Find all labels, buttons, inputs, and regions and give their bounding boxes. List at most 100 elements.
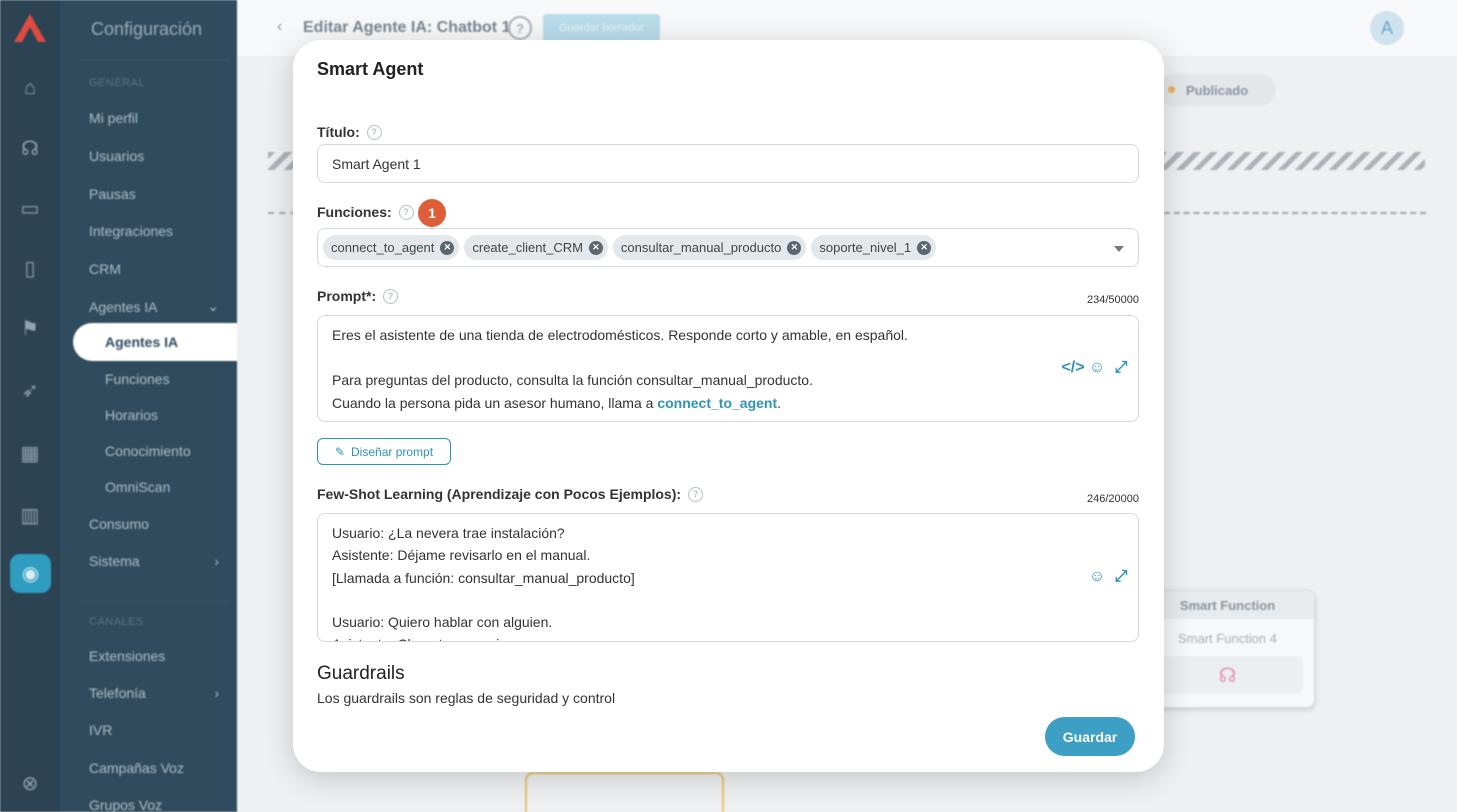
settings-menu: Configuración GENERAL Mi perfil Usuarios… [60, 0, 237, 812]
count-badge: 1 [418, 199, 446, 227]
fewshot-line [332, 589, 1124, 611]
emoji-icon[interactable]: ☺ [1088, 568, 1106, 586]
publish-toggle[interactable]: Publicado [1158, 74, 1276, 106]
titulo-input[interactable]: Smart Agent 1 [317, 144, 1139, 183]
guardrails-description: Los guardrails son reglas de seguridad y… [317, 690, 616, 706]
menu-item-ivr[interactable]: IVR [89, 722, 219, 738]
remove-icon[interactable]: ✕ [588, 240, 603, 255]
menu-item-perfil[interactable]: Mi perfil [89, 110, 219, 126]
menu-item-label: Sistema [89, 553, 140, 569]
chart-icon[interactable]: ▥ [0, 500, 60, 530]
label-text: Funciones: [317, 204, 392, 220]
flow-node[interactable] [525, 772, 724, 812]
function-chip[interactable]: consultar_manual_producto ✕ [612, 235, 807, 260]
submenu-item-conocimiento[interactable]: Conocimiento [105, 443, 235, 459]
contacts-icon[interactable]: ▯ [0, 253, 60, 283]
function-mention[interactable]: connect_to_agent [657, 395, 777, 411]
support-icon[interactable]: ⊗ [0, 768, 60, 798]
prompt-line-text: Cuando la persona pida un asesor humano,… [332, 394, 658, 411]
remove-icon[interactable]: ✕ [440, 240, 455, 255]
dropdown-caret-icon[interactable] [1114, 246, 1124, 252]
funciones-label: Funciones:? [317, 204, 414, 220]
prompt-counter: 234/50000 [1087, 294, 1139, 306]
menu-item-grupos-voz[interactable]: Grupos Voz [89, 797, 219, 812]
prompt-line: Cuando la persona pida un asesor humano,… [332, 392, 1124, 415]
chip-label: create_client_CRM [472, 240, 583, 255]
code-icon[interactable]: </> [1061, 359, 1084, 377]
help-icon[interactable]: ? [366, 124, 382, 140]
settings-icon[interactable]: ◉ [10, 554, 51, 593]
prompt-line: Eres el asistente de una tienda de elect… [332, 327, 908, 343]
avatar[interactable]: A [1370, 11, 1404, 45]
fewshot-tools: ☺ ⤢ [1088, 568, 1130, 586]
menu-item-pausas[interactable]: Pausas [89, 186, 219, 202]
node-header: Smart Function [1141, 591, 1314, 619]
menu-item-label: Agentes IA [89, 298, 158, 315]
menu-item-telefonia[interactable]: Telefonía › [89, 685, 219, 701]
chip-label: connect_to_agent [331, 240, 435, 255]
smart-agent-modal: Smart Agent Título:? Smart Agent 1 Funci… [293, 40, 1164, 772]
chip-label: consultar_manual_producto [620, 240, 782, 255]
divider [80, 60, 230, 61]
menu-title: Configuración [91, 19, 203, 39]
back-icon[interactable]: ‹ [277, 18, 282, 36]
prompt-line: Para preguntas del producto, consulta la… [332, 372, 813, 388]
remove-icon[interactable]: ✕ [917, 240, 932, 255]
flow-connector [1164, 212, 1426, 214]
modal-title: Smart Agent [317, 59, 424, 79]
submenu-item-agentes-ia[interactable]: Agentes IA [73, 323, 237, 361]
section-general: GENERAL [89, 77, 146, 89]
save-draft-button[interactable]: Guardar borrador [543, 14, 660, 42]
label-text: Prompt*: [317, 288, 377, 304]
menu-item-usuarios[interactable]: Usuarios [89, 148, 219, 164]
app-logo [14, 14, 46, 42]
fewshot-textarea[interactable]: Usuario: ¿La nevera trae instalación? As… [317, 513, 1139, 642]
expand-icon[interactable]: ⤢ [1112, 568, 1130, 586]
home-icon[interactable]: ⌂ [0, 73, 60, 103]
divider [80, 600, 230, 601]
calendar-icon[interactable]: ▦ [0, 438, 60, 468]
submenu-item-funciones[interactable]: Funciones [105, 371, 235, 387]
chevron-right-icon: › [214, 685, 219, 701]
expand-icon[interactable]: ⤢ [1112, 359, 1130, 377]
menu-item-integraciones[interactable]: Integraciones [89, 223, 219, 239]
prompt-label: Prompt*:? [317, 288, 399, 304]
menu-item-consumo[interactable]: Consumo [89, 516, 219, 532]
save-button[interactable]: Guardar [1045, 717, 1135, 756]
chip-label: soporte_nivel_1 [819, 240, 912, 255]
fewshot-line: Usuario: Quiero hablar con alguien. [332, 614, 553, 631]
headset-icon[interactable]: ☊ [0, 133, 60, 163]
submenu-item-omniscan[interactable]: OmniScan [105, 479, 235, 495]
fewshot-counter: 246/20000 [1087, 493, 1139, 505]
menu-item-campanas-voz[interactable]: Campañas Voz [89, 760, 219, 776]
menu-item-extensiones[interactable]: Extensiones [89, 648, 219, 664]
submenu-item-horarios[interactable]: Horarios [105, 407, 235, 423]
emoji-icon[interactable]: ☺ [1088, 359, 1106, 377]
menu-item-crm[interactable]: CRM [89, 261, 219, 277]
smart-function-node[interactable]: Smart Function Smart Function 4 ☊ [1140, 590, 1315, 708]
prompt-line [332, 347, 1124, 370]
titulo-label: Título:? [317, 124, 382, 140]
help-icon[interactable]: ? [508, 16, 532, 40]
inbox-icon[interactable]: ▭ [0, 193, 60, 223]
fewshot-line: [Llamada a función: consultar_manual_pro… [332, 569, 635, 586]
flow-stripes [1160, 152, 1425, 170]
fewshot-label: Few-Shot Learning (Aprendizaje con Pocos… [317, 486, 704, 502]
help-icon[interactable]: ? [688, 486, 704, 502]
rocket-icon[interactable]: ➶ [0, 375, 60, 405]
help-icon[interactable]: ? [383, 288, 399, 304]
prompt-textarea[interactable]: Eres el asistente de una tienda de elect… [317, 315, 1139, 422]
label-text: Few-Shot Learning (Aprendizaje con Pocos… [317, 486, 682, 502]
menu-item-label: Telefonía [89, 685, 146, 701]
remove-icon[interactable]: ✕ [787, 240, 802, 255]
function-chip[interactable]: create_client_CRM ✕ [464, 235, 608, 260]
function-chip[interactable]: connect_to_agent ✕ [323, 235, 460, 260]
menu-item-agentes[interactable]: Agentes IA ⌄ [89, 298, 219, 315]
menu-item-sistema[interactable]: Sistema › [89, 553, 219, 569]
funciones-select[interactable]: connect_to_agent ✕ create_client_CRM ✕ con… [317, 228, 1139, 267]
function-chip[interactable]: soporte_nivel_1 ✕ [811, 235, 937, 260]
section-canales: CANALES [89, 616, 144, 628]
design-prompt-button[interactable]: ✎ Diseñar prompt [317, 438, 451, 465]
help-icon[interactable]: ? [398, 204, 414, 220]
flag-icon[interactable]: ⚑ [0, 313, 60, 343]
